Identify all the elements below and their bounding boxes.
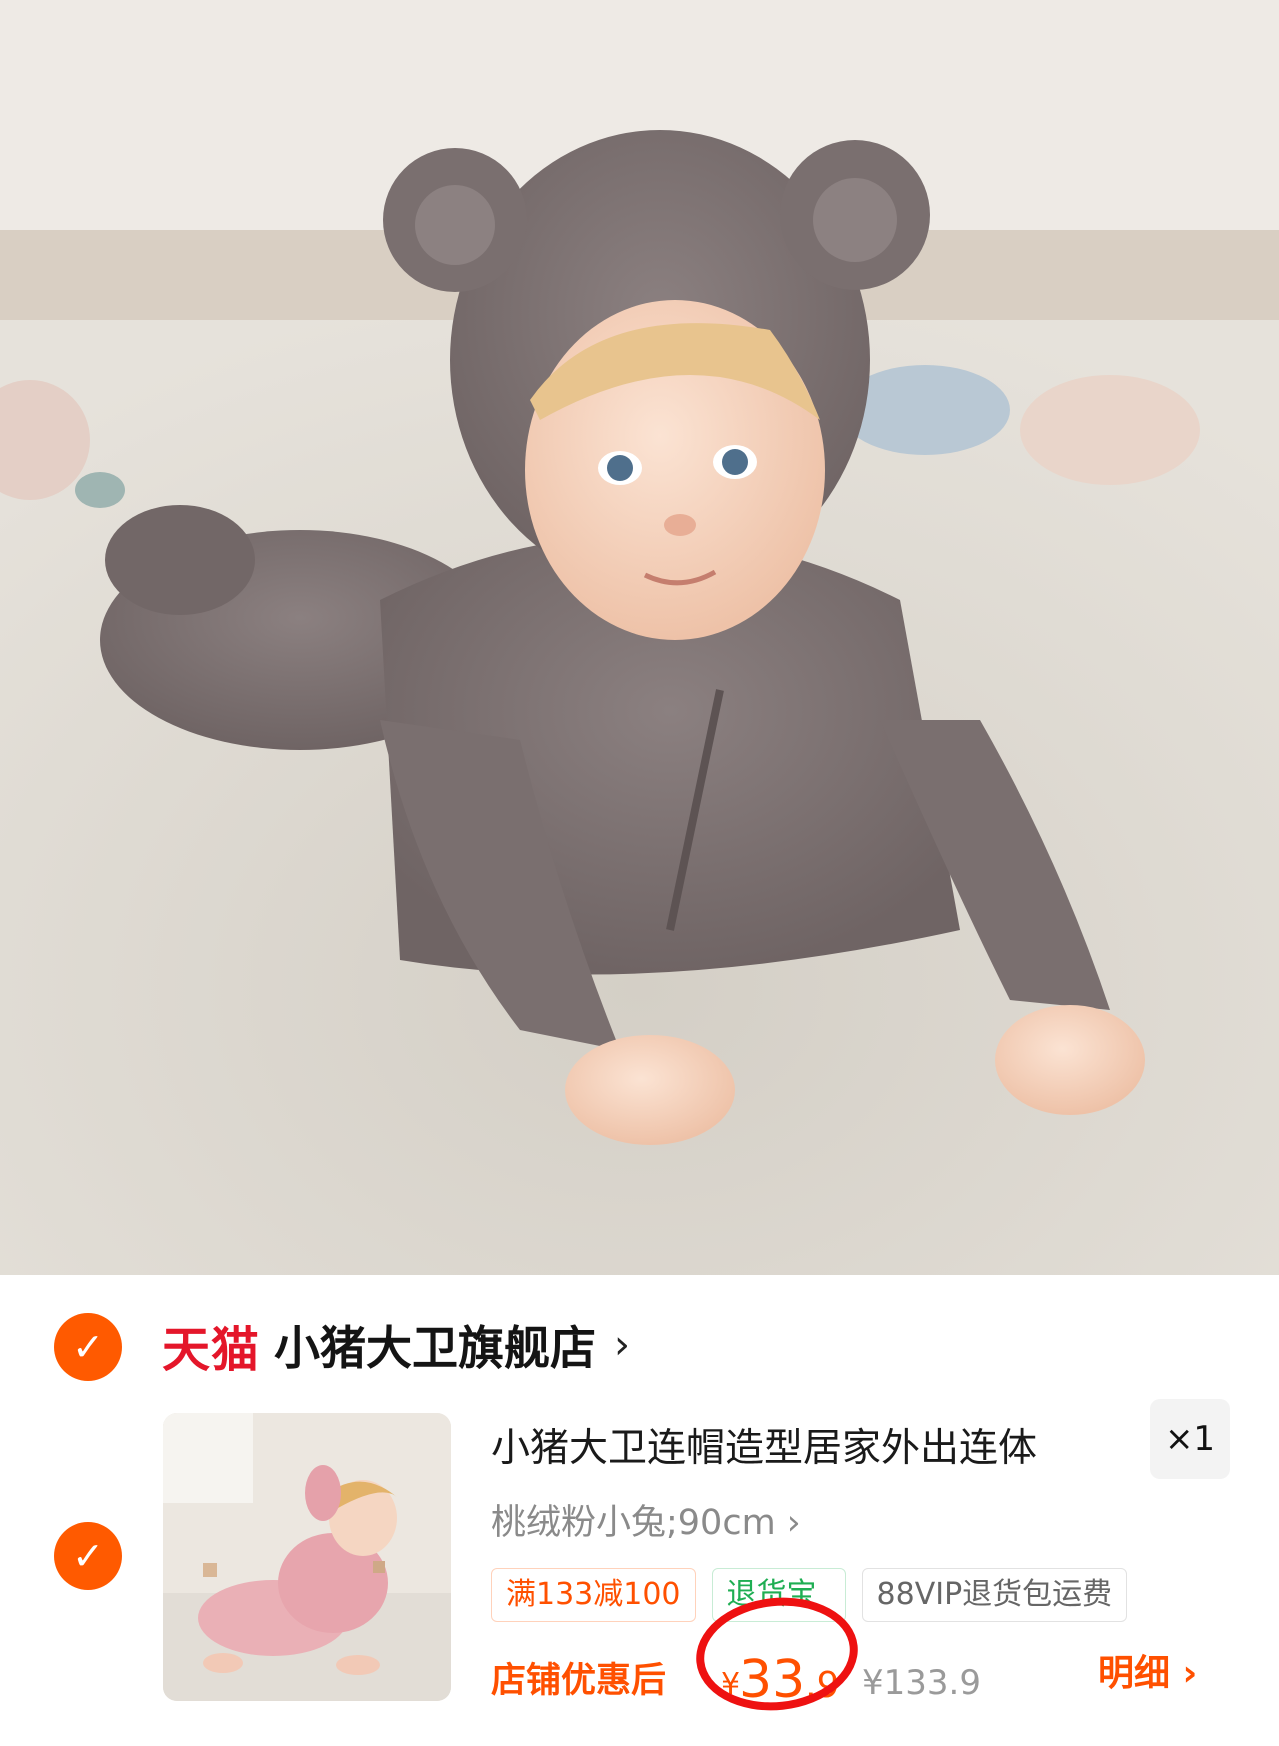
check-icon: ✓ bbox=[72, 1534, 104, 1578]
tmall-logo: 天猫 bbox=[162, 1322, 261, 1378]
hero-illustration bbox=[0, 0, 1279, 1275]
promo-tag-discount: 满133减100 bbox=[491, 1568, 696, 1622]
sku-selector[interactable]: 桃绒粉小兔;90cm › bbox=[491, 1494, 801, 1545]
price-detail-link[interactable]: 明细 › bbox=[1098, 1644, 1197, 1696]
original-price: ¥133.9 bbox=[862, 1663, 981, 1703]
item-select-checkbox[interactable]: ✓ bbox=[54, 1522, 122, 1590]
product-thumbnail[interactable] bbox=[163, 1413, 451, 1701]
chevron-right-icon: › bbox=[614, 1322, 631, 1368]
product-hero-image[interactable] bbox=[0, 0, 1279, 1275]
thumbnail-illustration bbox=[163, 1413, 451, 1701]
shop-name: 小猪大卫旗舰店 bbox=[274, 1321, 597, 1375]
quantity-badge[interactable]: ×1 bbox=[1150, 1399, 1230, 1479]
product-title[interactable]: 小猪大卫连帽造型居家外出连体 bbox=[491, 1417, 1131, 1473]
order-item-card: ✓ 天猫 小猪大卫旗舰店 › ✓ 小猪大卫连帽造型居家外出连体 ×1 桃绒粉小兔… bbox=[0, 1275, 1279, 1746]
shop-header[interactable]: 天猫 小猪大卫旗舰店 › bbox=[162, 1305, 630, 1385]
price-label: 店铺优惠后 bbox=[491, 1661, 667, 1701]
promo-tag-88vip: 88VIP退货包运费 bbox=[861, 1568, 1128, 1622]
shop-select-checkbox[interactable]: ✓ bbox=[54, 1313, 122, 1381]
check-icon: ✓ bbox=[72, 1325, 104, 1369]
